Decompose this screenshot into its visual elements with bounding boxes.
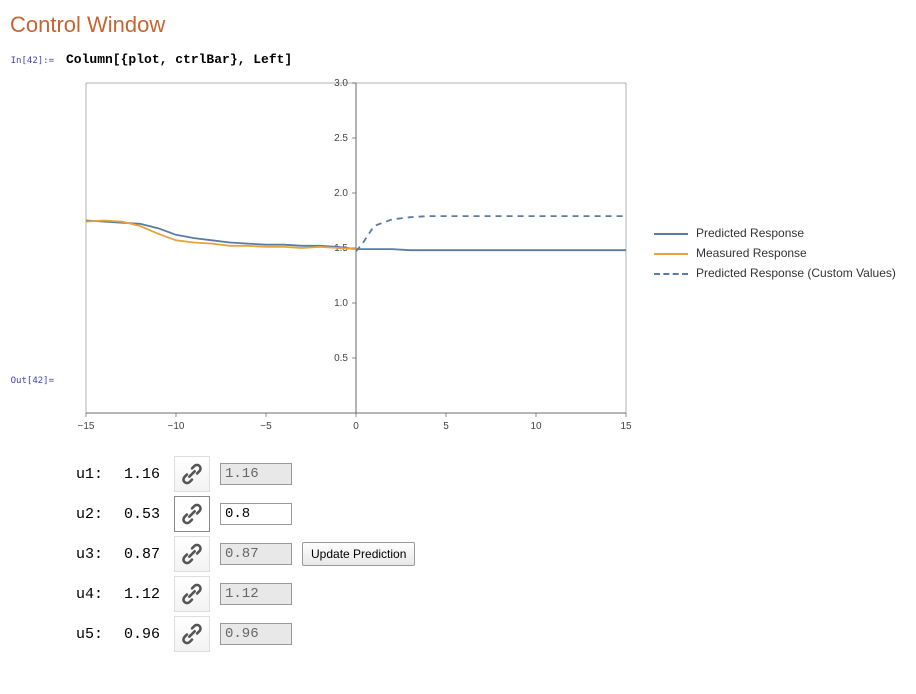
control-input[interactable] [220,623,292,645]
legend-swatch-dashed-blue [654,273,688,275]
link-icon [179,541,205,567]
control-label: u3: [76,546,124,563]
input-cell-label: In[42]:= [6,56,54,66]
legend-label: Predicted Response [696,226,804,240]
control-current-value: 0.96 [124,626,174,643]
legend-item-measured: Measured Response [654,246,896,260]
control-current-value: 0.87 [124,546,174,563]
legend: Predicted Response Measured Response Pre… [654,226,896,280]
control-row-u5: u5:0.96 [66,614,906,654]
control-current-value: 1.16 [124,466,174,483]
chart-svg: −15−10−50510150.51.01.52.02.53.0 [66,73,636,439]
control-input[interactable] [220,463,292,485]
legend-label: Predicted Response (Custom Values) [696,266,896,280]
update-prediction-button[interactable]: Update Prediction [302,542,415,566]
link-icon [179,501,205,527]
legend-swatch-solid-orange [654,253,688,255]
svg-text:3.0: 3.0 [334,78,348,89]
control-label: u2: [76,506,124,523]
control-row-u3: u3:0.87 Update Prediction [66,534,906,574]
link-icon [179,461,205,487]
svg-text:0.5: 0.5 [334,353,348,364]
link-icon [179,621,205,647]
control-current-value: 1.12 [124,586,174,603]
legend-swatch-solid-blue [654,233,688,235]
output-cell-label: Out[42]= [6,376,54,386]
control-label: u4: [76,586,124,603]
legend-item-predicted: Predicted Response [654,226,896,240]
link-toggle-button[interactable] [174,456,210,492]
control-row-u2: u2:0.53 [66,494,906,534]
svg-text:2.0: 2.0 [334,188,348,199]
link-toggle-button[interactable] [174,576,210,612]
section-title: Control Window [10,10,906,52]
svg-text:1.0: 1.0 [334,298,348,309]
control-label: u5: [76,626,124,643]
control-input[interactable] [220,543,292,565]
control-current-value: 0.53 [124,506,174,523]
link-toggle-button[interactable] [174,496,210,532]
svg-text:0: 0 [353,421,359,432]
link-toggle-button[interactable] [174,536,210,572]
svg-text:−15: −15 [78,421,95,432]
output-area: −15−10−50510150.51.01.52.02.53.0 Predict… [66,73,906,442]
svg-text:−5: −5 [260,421,272,432]
svg-text:15: 15 [620,421,632,432]
legend-label: Measured Response [696,246,807,260]
svg-text:10: 10 [530,421,542,432]
control-row-u1: u1:1.16 [66,454,906,494]
control-row-u4: u4:1.12 [66,574,906,614]
legend-item-custom: Predicted Response (Custom Values) [654,266,896,280]
chart-container: −15−10−50510150.51.01.52.02.53.0 [66,73,636,442]
svg-text:5: 5 [443,421,449,432]
code-line: Column[{plot, ctrlBar}, Left] [66,52,906,67]
link-toggle-button[interactable] [174,616,210,652]
control-input[interactable] [220,583,292,605]
control-label: u1: [76,466,124,483]
svg-text:2.5: 2.5 [334,133,348,144]
svg-text:−10: −10 [168,421,185,432]
link-icon [179,581,205,607]
control-input[interactable] [220,503,292,525]
control-bar: u1:1.16u2:0.53u3:0.87Update Predictionu4… [66,454,906,654]
